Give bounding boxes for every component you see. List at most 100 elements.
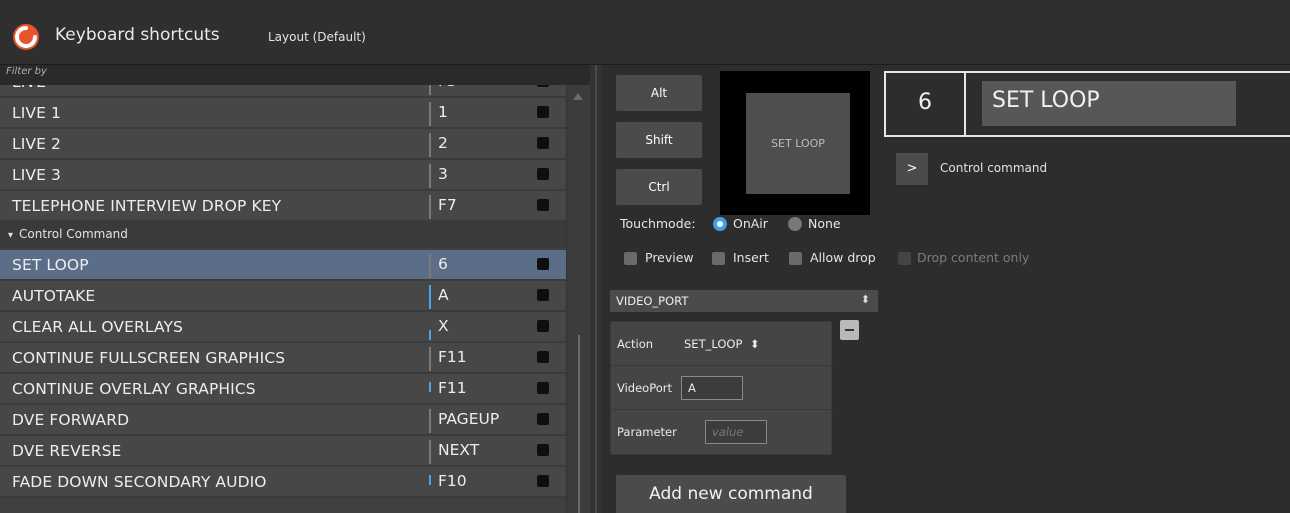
assigned-key[interactable]: 6: [886, 73, 966, 135]
key-indicator: [429, 85, 431, 95]
button-preview: SET LOOP: [720, 71, 870, 215]
shortcut-key[interactable]: 2: [429, 133, 529, 157]
key-indicator: [429, 382, 431, 392]
color-swatch[interactable]: [537, 289, 549, 301]
videoport-label: VideoPort: [617, 381, 673, 395]
scroll-thumb[interactable]: [578, 335, 580, 513]
action-select[interactable]: SET_LOOP ⬍: [684, 337, 760, 351]
shortcut-key[interactable]: F10: [429, 471, 529, 495]
preview-checkbox[interactable]: [624, 252, 637, 265]
key-indicator: [429, 347, 431, 371]
color-swatch[interactable]: [537, 106, 549, 118]
shortcut-key[interactable]: PAGEUP: [429, 409, 529, 433]
group-header-control-command[interactable]: ▾ Control Command: [0, 222, 566, 248]
allow-drop-checkbox[interactable]: [789, 252, 802, 265]
color-swatch[interactable]: [537, 382, 549, 394]
shortcut-name: CLEAR ALL OVERLAYS: [12, 318, 183, 336]
onair-radio[interactable]: [713, 217, 727, 231]
window-title: Keyboard shortcuts: [55, 25, 220, 45]
shortcut-list: LIVE F5 LIVE 1 1 LIVE 2 2 LIVE 3 3 TELEPHONE INT…: [0, 85, 566, 513]
collapse-caret-icon: ▾: [8, 230, 14, 241]
shortcut-key[interactable]: NEXT: [429, 440, 529, 464]
list-item[interactable]: DVE FORWARD PAGEUP: [0, 405, 566, 436]
shortcut-name: SET LOOP: [12, 256, 89, 274]
none-label: None: [808, 216, 841, 231]
list-item[interactable]: AUTOTAKE A: [0, 281, 566, 312]
key-indicator: [429, 164, 431, 188]
color-swatch[interactable]: [537, 320, 549, 332]
title-bar: Keyboard shortcuts Layout (Default): [0, 0, 1290, 65]
select-arrows-icon: ⬍: [860, 293, 870, 306]
color-swatch[interactable]: [537, 413, 549, 425]
shortcut-key[interactable]: 3: [429, 164, 529, 188]
shortcut-key-label: 6: [438, 255, 448, 273]
ctrl-button[interactable]: Ctrl: [616, 169, 702, 205]
control-command-button[interactable]: >: [896, 153, 928, 185]
drop-content-only-checkbox[interactable]: [898, 252, 911, 265]
shortcut-key[interactable]: F5: [429, 85, 529, 95]
list-item[interactable]: CLEAR ALL OVERLAYS X: [0, 312, 566, 343]
list-item[interactable]: SET LOOP 6: [0, 250, 566, 281]
list-item[interactable]: TELEPHONE INTERVIEW DROP KEY F7: [0, 191, 566, 222]
shortcut-key-label: A: [438, 286, 449, 304]
filter-input[interactable]: Filter by: [0, 65, 590, 85]
list-item[interactable]: FADE DOWN SECONDARY AUDIO F10: [0, 467, 566, 498]
parameter-input[interactable]: value: [705, 420, 767, 444]
list-item[interactable]: DVE REVERSE NEXT: [0, 436, 566, 467]
color-swatch[interactable]: [537, 475, 549, 487]
none-radio[interactable]: [788, 217, 802, 231]
shortcut-key[interactable]: A: [429, 285, 529, 309]
add-new-command-button[interactable]: Add new command: [616, 475, 846, 513]
list-scrollbar[interactable]: [566, 85, 590, 513]
shortcut-name: CONTINUE OVERLAY GRAPHICS: [12, 380, 256, 398]
scroll-up-arrow-icon[interactable]: [573, 93, 583, 100]
remove-command-button[interactable]: [840, 320, 859, 340]
touchmode-label: Touchmode:: [620, 216, 696, 231]
shortcut-key-label: PAGEUP: [438, 410, 500, 428]
app-logo-icon: [13, 24, 39, 50]
key-indicator: [429, 254, 431, 278]
videoport-input[interactable]: A: [681, 376, 743, 400]
panel-splitter[interactable]: [590, 65, 602, 513]
shortcut-name: LIVE 3: [12, 166, 61, 184]
target-select-value: VIDEO_PORT: [616, 294, 689, 308]
shortcut-editor-panel: Alt Shift Ctrl SET LOOP 6 SET LOOP > Con…: [602, 65, 1290, 513]
key-indicator: [429, 285, 431, 309]
color-swatch[interactable]: [537, 85, 549, 87]
list-item[interactable]: CONTINUE FULLSCREEN GRAPHICS F11: [0, 343, 566, 374]
shortcut-name: LIVE: [12, 85, 46, 91]
shortcut-key[interactable]: X: [429, 316, 529, 340]
command-name-field[interactable]: SET LOOP: [982, 81, 1236, 126]
alt-button[interactable]: Alt: [616, 75, 702, 111]
preview-checkbox-label: Preview: [645, 250, 694, 265]
shortcut-key[interactable]: 6: [429, 254, 529, 278]
preview-button-label: SET LOOP: [746, 93, 850, 194]
action-row: Action SET_LOOP ⬍: [611, 322, 833, 366]
color-swatch[interactable]: [537, 199, 549, 211]
list-item[interactable]: LIVE 1 1: [0, 98, 566, 129]
onair-label: OnAir: [733, 216, 768, 231]
shortcut-key[interactable]: F11: [429, 347, 529, 371]
control-command-label: Control command: [940, 161, 1048, 175]
color-swatch[interactable]: [537, 258, 549, 270]
shortcut-key[interactable]: F7: [429, 195, 529, 219]
color-swatch[interactable]: [537, 137, 549, 149]
color-swatch[interactable]: [537, 351, 549, 363]
splitter-line: [595, 65, 597, 513]
insert-checkbox[interactable]: [712, 252, 725, 265]
list-item[interactable]: LIVE F5: [0, 85, 566, 98]
action-label: Action: [617, 337, 654, 351]
shortcut-key[interactable]: 1: [429, 102, 529, 126]
shortcut-key-label: F5: [438, 85, 457, 90]
list-item[interactable]: LIVE 3 3: [0, 160, 566, 191]
key-indicator: [429, 330, 431, 340]
shift-button[interactable]: Shift: [616, 122, 702, 158]
color-swatch[interactable]: [537, 444, 549, 456]
target-select[interactable]: VIDEO_PORT ⬍: [610, 290, 878, 312]
color-swatch[interactable]: [537, 168, 549, 180]
list-item[interactable]: LIVE 2 2: [0, 129, 566, 160]
key-indicator: [429, 475, 431, 485]
layout-label[interactable]: Layout (Default): [268, 30, 366, 44]
list-item[interactable]: CONTINUE OVERLAY GRAPHICS F11: [0, 374, 566, 405]
shortcut-key[interactable]: F11: [429, 378, 529, 402]
